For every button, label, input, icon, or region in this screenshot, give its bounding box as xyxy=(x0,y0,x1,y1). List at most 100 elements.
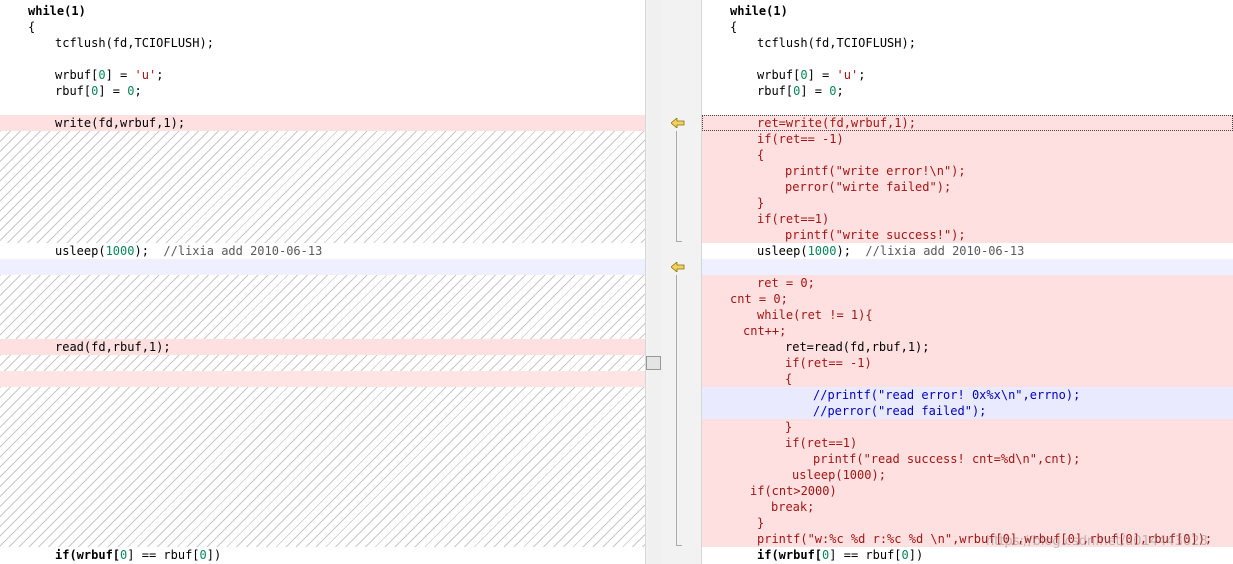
code-line-changed: printf("write error!\n"); xyxy=(702,163,1233,179)
code-text: if(wrbuf[ xyxy=(55,548,121,562)
code-line: usleep(1000); //lixia add 2010-06-13 xyxy=(702,243,1233,259)
code-line-changed: if(ret== -1) xyxy=(702,131,1233,147)
code-line-changed: if(ret==1) xyxy=(702,435,1233,451)
code-text: ] == rbuf[ xyxy=(127,548,200,562)
vertical-scrollbar[interactable] xyxy=(648,0,663,564)
code-number: 0 xyxy=(98,68,106,82)
code-text: while(1) xyxy=(28,4,86,18)
code-line-changed: ret = 0; xyxy=(702,275,1233,291)
code-line-changed: } xyxy=(702,195,1233,211)
placeholder-hatch xyxy=(0,131,645,243)
code-line-changed: cnt = 0; xyxy=(702,291,1233,307)
code-line-changed: write(fd,wrbuf,1); xyxy=(0,115,645,131)
code-line-modified: //perror("read failed"); xyxy=(702,403,1233,419)
code-text: write(fd,wrbuf,1); xyxy=(55,116,186,130)
code-comment: //perror("read failed"); xyxy=(813,404,987,418)
code-line-changed: { xyxy=(702,147,1233,163)
placeholder-hatch xyxy=(0,387,645,547)
code-line-changed: break; xyxy=(702,499,1233,515)
code-line: rbuf[0] = 0; xyxy=(0,83,645,99)
code-text: ] = xyxy=(105,68,135,82)
code-text: usleep(1000); xyxy=(792,468,886,482)
left-file-pane[interactable]: while(1) { tcflush(fd,TCIOFLUSH); wrbuf[… xyxy=(0,0,645,564)
copy-left-arrow-icon[interactable] xyxy=(671,262,685,272)
code-comment: //lixia add 2010-06-13 xyxy=(865,244,1025,258)
code-text: usleep( xyxy=(55,244,106,258)
placeholder-hatch xyxy=(0,275,645,339)
code-line: while(1) xyxy=(702,3,1233,19)
code-text: { xyxy=(28,20,36,34)
code-line: usleep(1000); //lixia add 2010-06-13 xyxy=(0,243,645,259)
code-text: ret=read(fd,rbuf,1); xyxy=(785,340,930,354)
code-text: ]) xyxy=(206,548,222,562)
code-text: break; xyxy=(771,500,815,514)
right-file-pane[interactable]: while(1) { tcflush(fd,TCIOFLUSH); wrbuf[… xyxy=(702,0,1233,564)
code-text: if(cnt>2000) xyxy=(750,484,837,498)
code-text: while(ret != 1){ xyxy=(757,308,873,322)
code-line: { xyxy=(702,19,1233,35)
code-line-changed: if(ret==1) xyxy=(702,211,1233,227)
code-line-changed: printf("read success! cnt=%d\n",cnt); xyxy=(702,451,1233,467)
code-text: ; xyxy=(836,84,844,98)
code-line: if(wrbuf[0] == rbuf[0]) xyxy=(0,547,645,563)
code-text: wrbuf[ xyxy=(55,68,99,82)
code-line-changed: } xyxy=(702,419,1233,435)
code-text: { xyxy=(785,372,793,386)
code-text: ] = xyxy=(800,84,830,98)
code-text: rbuf[ xyxy=(55,84,92,98)
code-text: while(1) xyxy=(730,4,788,18)
code-text: ; xyxy=(134,84,142,98)
code-line-changed: read(fd,rbuf,1); xyxy=(0,339,645,355)
code-text: ret = 0; xyxy=(757,276,815,290)
code-line-modified: //printf("read error! 0x%x\n",errno); xyxy=(702,387,1233,403)
code-text: if(ret==1) xyxy=(757,212,830,226)
code-text: printf("write error!\n"); xyxy=(785,164,966,178)
scrollbar-thumb[interactable] xyxy=(646,356,661,370)
code-string: 'u' xyxy=(134,68,157,82)
code-number: 0 xyxy=(800,68,808,82)
code-line: while(1) xyxy=(0,3,645,19)
code-line: rbuf[0] = 0; xyxy=(702,83,1233,99)
code-text: } xyxy=(757,516,765,530)
code-text: tcflush(fd,TCIOFLUSH); xyxy=(757,36,916,50)
code-text: ); xyxy=(836,244,866,258)
code-text: } xyxy=(785,420,793,434)
code-line: { xyxy=(0,19,645,35)
code-number: 0 xyxy=(127,84,135,98)
code-line: tcflush(fd,TCIOFLUSH); xyxy=(702,35,1233,51)
code-text: ); xyxy=(134,244,164,258)
code-text: cnt = 0; xyxy=(730,292,788,306)
code-text: ]) xyxy=(908,548,924,562)
code-line-changed: usleep(1000); xyxy=(702,467,1233,483)
code-line-changed: } xyxy=(702,515,1233,531)
code-text: printf("read success! cnt=%d\n",cnt); xyxy=(813,452,1081,466)
copy-left-arrow-icon[interactable] xyxy=(671,118,685,128)
code-text: if(wrbuf[ xyxy=(757,548,823,562)
code-number: 0 xyxy=(199,548,207,562)
code-text: ] == rbuf[ xyxy=(829,548,902,562)
code-text: { xyxy=(730,20,738,34)
code-text: { xyxy=(757,148,765,162)
code-text: printf("write success!"); xyxy=(785,228,966,242)
code-text: tcflush(fd,TCIOFLUSH); xyxy=(55,36,214,50)
code-line-changed: ret=read(fd,rbuf,1); xyxy=(702,339,1233,355)
code-line-changed: while(ret != 1){ xyxy=(702,307,1233,323)
code-text: rbuf[ xyxy=(757,84,794,98)
code-line-changed: if(ret== -1) xyxy=(702,355,1233,371)
code-text: usleep( xyxy=(757,244,808,258)
code-line: tcflush(fd,TCIOFLUSH); xyxy=(0,35,645,51)
code-text: if(ret== -1) xyxy=(757,132,844,146)
code-text: read(fd,rbuf,1); xyxy=(55,340,171,354)
code-text: ; xyxy=(156,68,164,82)
code-text: ] = xyxy=(98,84,128,98)
watermark: https://blog.csdn.net/u014443028 xyxy=(986,534,1208,549)
code-number: 1000 xyxy=(105,244,135,258)
code-comment: //printf("read error! 0x%x\n",errno); xyxy=(813,388,1081,402)
code-text: wrbuf[ xyxy=(757,68,801,82)
code-text: ] = xyxy=(807,68,837,82)
change-bracket xyxy=(676,275,682,546)
code-text: if(ret== -1) xyxy=(785,356,872,370)
code-line-blank xyxy=(0,259,645,275)
code-string: 'u' xyxy=(836,68,859,82)
code-comment: //lixia add 2010-06-13 xyxy=(163,244,323,258)
